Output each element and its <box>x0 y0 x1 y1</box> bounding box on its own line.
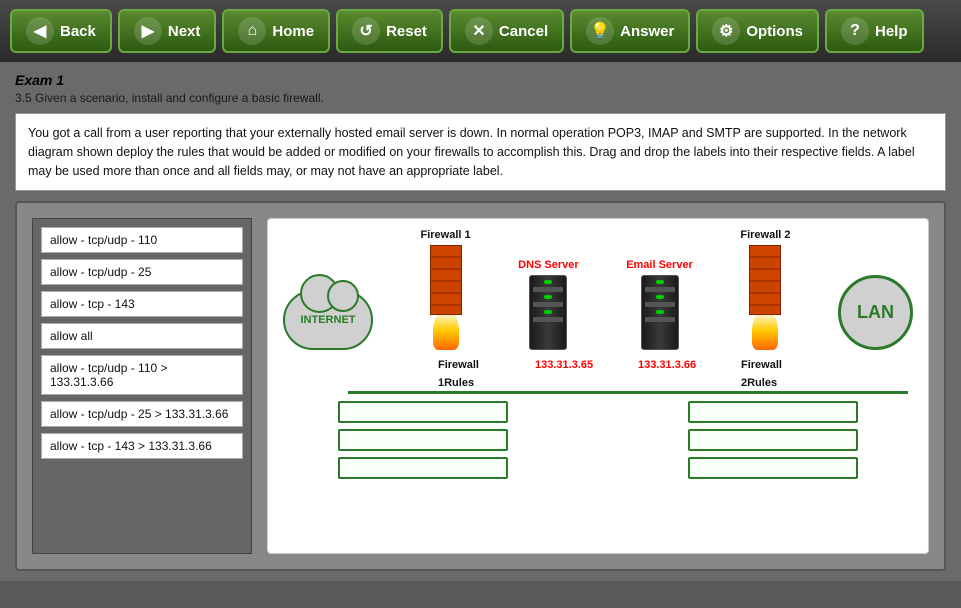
firewall2-brick <box>749 245 781 315</box>
email-slot-1 <box>645 287 675 292</box>
reset-label: Reset <box>386 23 427 40</box>
toolbar: ◀ Back ▶ Next ⌂ Home ↺ Reset ✕ Cancel 💡 … <box>0 0 961 62</box>
options-icon: ⚙ <box>712 17 740 45</box>
fw2-drop-zone-1[interactable] <box>688 401 858 423</box>
next-button[interactable]: ▶ Next <box>118 9 217 53</box>
reset-icon: ↺ <box>352 17 380 45</box>
answer-icon: 💡 <box>586 17 614 45</box>
email-light-2 <box>656 295 664 299</box>
email-server-label: Email Server <box>626 259 693 271</box>
drag-label-4[interactable]: allow all <box>41 323 243 349</box>
email-ip-label: 133.31.3.66 <box>638 359 696 371</box>
firewall1-node: Firewall 1 <box>421 229 471 350</box>
firewall2-label: Firewall 2 <box>740 229 790 241</box>
dns-server-node: DNS Server <box>518 259 579 350</box>
email-slot-3 <box>645 317 675 322</box>
internet-node: INTERNET <box>283 290 373 350</box>
lan-node: LAN <box>838 275 913 350</box>
cloud-shape: INTERNET <box>283 290 373 350</box>
internet-label: INTERNET <box>301 314 356 326</box>
firewall1-flame <box>433 310 459 350</box>
email-light-1 <box>656 280 664 284</box>
fw2-drop-zone-2[interactable] <box>688 429 858 451</box>
main-content: Exam 1 3.5 Given a scenario, install and… <box>0 62 961 581</box>
back-button[interactable]: ◀ Back <box>10 9 112 53</box>
dns-server-label: DNS Server <box>518 259 579 271</box>
fw1-rules-label: Firewall 1Rules <box>438 359 479 389</box>
next-label: Next <box>168 23 201 40</box>
dns-light-1 <box>544 280 552 284</box>
email-slot-2 <box>645 302 675 307</box>
options-label: Options <box>746 23 803 40</box>
back-icon: ◀ <box>26 17 54 45</box>
next-icon: ▶ <box>134 17 162 45</box>
fw1-drop-zone-1[interactable] <box>338 401 508 423</box>
help-button[interactable]: ? Help <box>825 9 924 53</box>
drag-label-6[interactable]: allow - tcp/udp - 25 > 133.31.3.66 <box>41 401 243 427</box>
reset-button[interactable]: ↺ Reset <box>336 9 443 53</box>
answer-button[interactable]: 💡 Answer <box>570 9 690 53</box>
dns-server-tower <box>529 275 567 350</box>
email-server-node: Email Server <box>626 259 693 350</box>
instruction-box: You got a call from a user reporting tha… <box>15 113 946 191</box>
network-diagram: INTERNET Firewall 1 DNS Server <box>267 218 929 554</box>
drag-label-3[interactable]: allow - tcp - 143 <box>41 291 243 317</box>
firewall2-flame <box>752 310 778 350</box>
home-label: Home <box>272 23 314 40</box>
dns-light-3 <box>544 310 552 314</box>
fw2-rules-label: Firewall 2Rules <box>741 359 782 389</box>
diagram-container: allow - tcp/udp - 110 allow - tcp/udp - … <box>15 201 946 571</box>
labels-panel: allow - tcp/udp - 110 allow - tcp/udp - … <box>32 218 252 554</box>
email-server-tower <box>641 275 679 350</box>
dns-light-2 <box>544 295 552 299</box>
dns-slot-3 <box>533 317 563 322</box>
cancel-icon: ✕ <box>465 17 493 45</box>
dns-slot-1 <box>533 287 563 292</box>
help-icon: ? <box>841 17 869 45</box>
drag-label-2[interactable]: allow - tcp/udp - 25 <box>41 259 243 285</box>
dns-slot-2 <box>533 302 563 307</box>
home-button[interactable]: ⌂ Home <box>222 9 330 53</box>
drag-label-1[interactable]: allow - tcp/udp - 110 <box>41 227 243 253</box>
fw2-drop-zone-3[interactable] <box>688 457 858 479</box>
fw1-drop-zone-2[interactable] <box>338 429 508 451</box>
help-label: Help <box>875 23 908 40</box>
back-label: Back <box>60 23 96 40</box>
exam-subtitle: 3.5 Given a scenario, install and config… <box>15 91 946 105</box>
cancel-button[interactable]: ✕ Cancel <box>449 9 564 53</box>
cancel-label: Cancel <box>499 23 548 40</box>
drag-label-7[interactable]: allow - tcp - 143 > 133.31.3.66 <box>41 433 243 459</box>
home-icon: ⌂ <box>238 17 266 45</box>
exam-title: Exam 1 <box>15 72 946 88</box>
lan-circle: LAN <box>838 275 913 350</box>
firewall2-node: Firewall 2 <box>740 229 790 350</box>
firewall1-brick <box>430 245 462 315</box>
firewall1-label: Firewall 1 <box>421 229 471 241</box>
network-line <box>348 391 908 394</box>
fw1-ip-label: 133.31.3.65 <box>535 359 593 371</box>
firewall1-tower <box>430 245 462 350</box>
drag-label-5[interactable]: allow - tcp/udp - 110 > 133.31.3.66 <box>41 355 243 395</box>
firewall2-tower <box>749 245 781 350</box>
email-light-3 <box>656 310 664 314</box>
answer-label: Answer <box>620 23 674 40</box>
fw1-drop-zone-3[interactable] <box>338 457 508 479</box>
options-button[interactable]: ⚙ Options <box>696 9 819 53</box>
